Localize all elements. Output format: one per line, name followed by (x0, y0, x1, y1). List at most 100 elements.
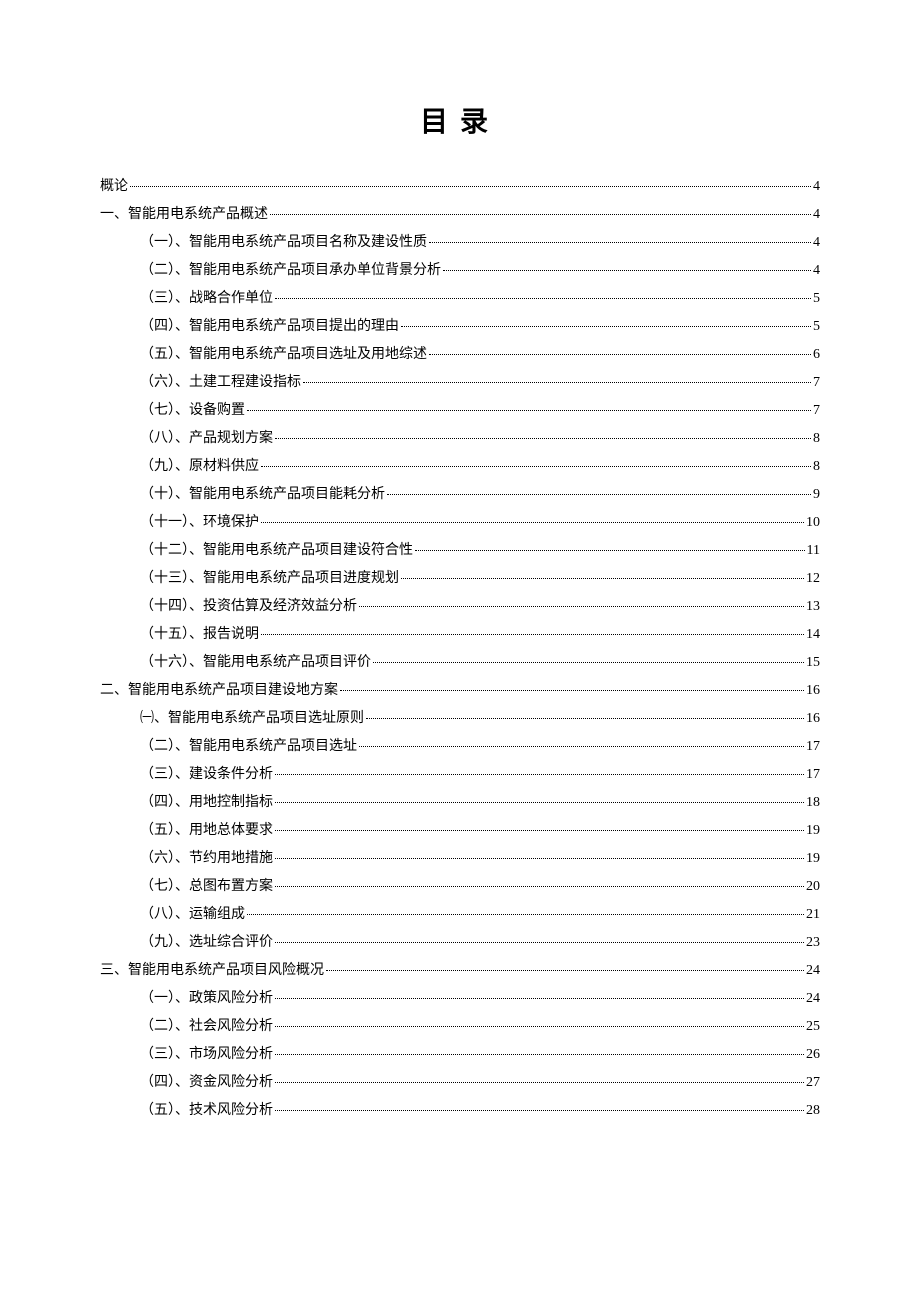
toc-entry-label: （五）、用地总体要求 (140, 824, 273, 838)
toc-entry[interactable]: （十）、智能用电系统产品项目能耗分析 9 (140, 488, 820, 502)
toc-entry-label: ㈠、智能用电系统产品项目选址原则 (140, 712, 364, 726)
toc-entry[interactable]: ㈠、智能用电系统产品项目选址原则 16 (140, 712, 820, 726)
toc-entry-label: （六）、土建工程建设指标 (140, 376, 301, 390)
toc-entry-label: （十二）、智能用电系统产品项目建设符合性 (140, 544, 413, 558)
toc-title: 目录 (100, 100, 820, 140)
toc-entry-page: 5 (813, 320, 820, 334)
toc-entry-page: 15 (806, 656, 820, 670)
toc-entry-page: 4 (813, 264, 820, 278)
toc-entry[interactable]: （一）、政策风险分析24 (140, 992, 820, 1006)
toc-entry[interactable]: （十六）、智能用电系统产品项目评价15 (140, 656, 820, 670)
toc-entry[interactable]: （七）、设备购置7 (140, 404, 820, 418)
toc-entry[interactable]: 一、智能用电系统产品概述4 (100, 208, 820, 222)
toc-leader-dots (275, 1110, 804, 1111)
toc-entry[interactable]: 二、智能用电系统产品项目建设地方案16 (100, 684, 820, 698)
toc-entry-page: 18 (806, 796, 820, 810)
toc-entry-page: 28 (806, 1104, 820, 1118)
toc-entry[interactable]: （四）、用地控制指标18 (140, 796, 820, 810)
toc-entry-page: 25 (806, 1020, 820, 1034)
toc-entry-label: （七）、总图布置方案 (140, 880, 273, 894)
toc-leader-dots (275, 438, 811, 439)
toc-leader-dots (261, 466, 811, 467)
toc-leader-dots (275, 886, 804, 887)
toc-entry-page: 19 (806, 852, 820, 866)
toc-entry-page: 10 (806, 516, 820, 530)
toc-leader-dots (275, 830, 804, 831)
toc-entry-page: 17 (806, 740, 820, 754)
toc-leader-dots (340, 690, 804, 691)
toc-entry[interactable]: （四）、智能用电系统产品项目提出的理由 5 (140, 320, 820, 334)
toc-entry[interactable]: （九）、原材料供应 8 (140, 460, 820, 474)
toc-leader-dots (401, 578, 804, 579)
toc-leader-dots (275, 998, 804, 999)
toc-entry-page: 8 (813, 432, 820, 446)
toc-entry[interactable]: （三）、建设条件分析17 (140, 768, 820, 782)
toc-entry[interactable]: （三）、市场风险分析26 (140, 1048, 820, 1062)
toc-entry[interactable]: （八）、产品规划方案 8 (140, 432, 820, 446)
toc-entry[interactable]: （六）、节约用地措施19 (140, 852, 820, 866)
toc-entry-label: （二）、社会风险分析 (140, 1020, 273, 1034)
toc-leader-dots (415, 550, 805, 551)
toc-entry[interactable]: （七）、总图布置方案 20 (140, 880, 820, 894)
toc-entry[interactable]: （五）、智能用电系统产品项目选址及用地综述6 (140, 348, 820, 362)
toc-entry[interactable]: （二）、智能用电系统产品项目选址 17 (140, 740, 820, 754)
toc-entry-page: 8 (813, 460, 820, 474)
toc-entry[interactable]: （二）、智能用电系统产品项目承办单位背景分析 4 (140, 264, 820, 278)
toc-entry-page: 9 (813, 488, 820, 502)
toc-leader-dots (387, 494, 811, 495)
toc-entry-page: 16 (806, 684, 820, 698)
toc-leader-dots (326, 970, 804, 971)
toc-leader-dots (261, 634, 804, 635)
toc-entry[interactable]: （二）、社会风险分析 25 (140, 1020, 820, 1034)
toc-leader-dots (275, 1082, 804, 1083)
toc-leader-dots (303, 382, 811, 383)
toc-entry[interactable]: （九）、选址综合评价23 (140, 936, 820, 950)
toc-entry-label: 一、智能用电系统产品概述 (100, 208, 268, 222)
toc-entry-label: （四）、智能用电系统产品项目提出的理由 (140, 320, 399, 334)
toc-leader-dots (247, 914, 804, 915)
toc-entry[interactable]: （八）、运输组成21 (140, 908, 820, 922)
toc-entry[interactable]: （十二）、智能用电系统产品项目建设符合性11 (140, 544, 820, 558)
toc-leader-dots (130, 186, 811, 187)
toc-leader-dots (275, 774, 804, 775)
toc-entry-label: （八）、产品规划方案 (140, 432, 273, 446)
toc-entry-label: （四）、资金风险分析 (140, 1076, 273, 1090)
toc-leader-dots (359, 746, 804, 747)
toc-entry[interactable]: （十四）、投资估算及经济效益分析13 (140, 600, 820, 614)
toc-entry[interactable]: （三）、战略合作单位5 (140, 292, 820, 306)
toc-entry-label: （三）、建设条件分析 (140, 768, 273, 782)
toc-entry[interactable]: （十三）、智能用电系统产品项目进度规划12 (140, 572, 820, 586)
toc-leader-dots (261, 522, 804, 523)
toc-entry-label: （一）、政策风险分析 (140, 992, 273, 1006)
toc-entry[interactable]: （十一）、环境保护 10 (140, 516, 820, 530)
toc-entry-page: 4 (813, 236, 820, 250)
toc-entry-label: （十）、智能用电系统产品项目能耗分析 (140, 488, 385, 502)
toc-entry-label: （三）、市场风险分析 (140, 1048, 273, 1062)
toc-entry-page: 7 (813, 376, 820, 390)
toc-entry[interactable]: 概论4 (100, 180, 820, 194)
toc-entry-page: 12 (806, 572, 820, 586)
toc-entry[interactable]: （五）、技术风险分析28 (140, 1104, 820, 1118)
toc-entry-page: 23 (806, 936, 820, 950)
toc-entry-label: （二）、智能用电系统产品项目选址 (140, 740, 357, 754)
table-of-contents: 概论4一、智能用电系统产品概述4（一）、智能用电系统产品项目名称及建设性质4（二… (100, 180, 820, 1118)
toc-entry-page: 4 (813, 180, 820, 194)
toc-entry[interactable]: （一）、智能用电系统产品项目名称及建设性质4 (140, 236, 820, 250)
toc-entry[interactable]: （四）、资金风险分析27 (140, 1076, 820, 1090)
toc-leader-dots (373, 662, 804, 663)
toc-entry[interactable]: （六）、土建工程建设指标 7 (140, 376, 820, 390)
toc-leader-dots (429, 242, 811, 243)
toc-entry[interactable]: 三、智能用电系统产品项目风险概况24 (100, 964, 820, 978)
toc-entry-page: 21 (806, 908, 820, 922)
toc-entry-page: 19 (806, 824, 820, 838)
toc-entry[interactable]: （十五）、报告说明14 (140, 628, 820, 642)
toc-entry-label: （二）、智能用电系统产品项目承办单位背景分析 (140, 264, 441, 278)
toc-entry-label: （九）、原材料供应 (140, 460, 259, 474)
toc-entry-page: 20 (806, 880, 820, 894)
toc-entry-page: 6 (813, 348, 820, 362)
toc-entry-page: 16 (806, 712, 820, 726)
toc-entry[interactable]: （五）、用地总体要求 19 (140, 824, 820, 838)
toc-entry-label: （七）、设备购置 (140, 404, 245, 418)
toc-entry-label: （十一）、环境保护 (140, 516, 259, 530)
toc-leader-dots (429, 354, 811, 355)
